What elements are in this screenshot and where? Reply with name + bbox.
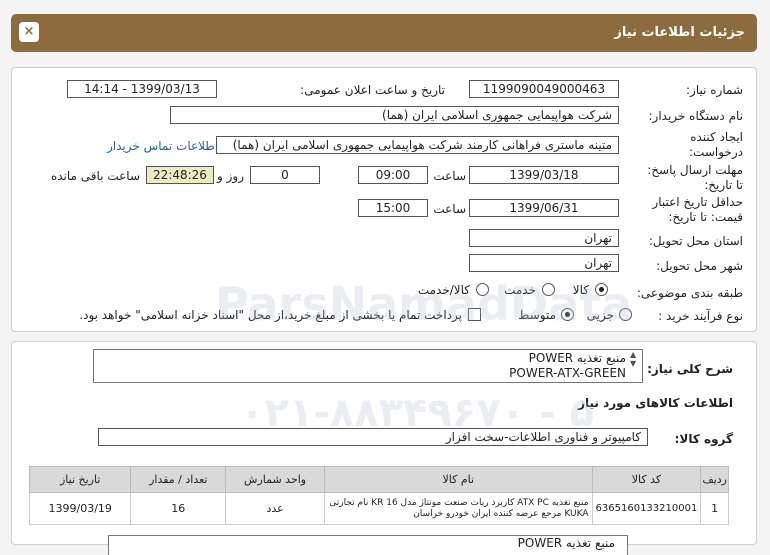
cell-goods-code: 6365160133210001 xyxy=(591,492,702,525)
announce-label: تاریخ و ساعت اعلان عمومی: xyxy=(300,83,445,97)
col-row-number: ردیف xyxy=(700,466,729,493)
table-header-row: ردیف کد کالا نام کالا واحد شمارش تعداد /… xyxy=(28,466,729,493)
process-medium-label: متوسط xyxy=(518,308,556,322)
need-number-field: 1199090049000463 xyxy=(469,80,619,98)
description-textarea[interactable]: منبع تغذیه POWER POWER-ATX-GREEN xyxy=(93,349,643,383)
contact-buyer-link[interactable]: اطلاعات تماس خریدار xyxy=(107,139,218,153)
validity-time-field: 15:00 xyxy=(358,199,428,217)
cell-row-number: 1 xyxy=(700,492,729,525)
city-label: شهر محل تحویل: xyxy=(656,259,743,273)
buyer-org-label: نام دستگاه خریدار: xyxy=(648,109,744,123)
category-label: طبقه بندی موضوعی: xyxy=(636,286,743,300)
cell-unit: عدد xyxy=(225,492,325,525)
deadline-label: مهلت ارسال پاسخ: xyxy=(647,163,743,177)
city-field: تهران xyxy=(469,254,619,272)
description-scroll-icon[interactable]: ▲ ▼ xyxy=(630,350,636,368)
deadline-time-field: 09:00 xyxy=(358,166,428,184)
validity-date-field: 1399/06/31 xyxy=(469,199,619,217)
process-minor-label: جزیی xyxy=(586,308,614,322)
creator-field: متینه ماستری فراهانی کارمند شرکت هواپیما… xyxy=(216,136,619,154)
category-goods-service-label: کالا/خدمت xyxy=(417,283,470,297)
validity-time-label: ساعت xyxy=(433,202,466,216)
description-label: شرح کلی نیاز: xyxy=(647,362,733,376)
treasury-payment-text: پرداخت تمام یا بخشی از مبلغ خرید،از محل … xyxy=(79,308,462,322)
table-row: 1 6365160133210001 منبع تغذیه ATX PC کار… xyxy=(28,492,729,525)
page-header: جزئیات اطلاعات نیاز × xyxy=(11,14,757,52)
creator-label: ایجاد کننده xyxy=(690,130,743,144)
goods-group-label: گروه کالا: xyxy=(674,432,733,446)
category-goods-service-radio[interactable] xyxy=(476,283,489,296)
process-medium-radio[interactable] xyxy=(561,308,574,321)
cell-quantity: 16 xyxy=(130,492,227,525)
category-goods-radio[interactable] xyxy=(595,283,608,296)
validity-label: حداقل تاریخ اعتبار xyxy=(652,195,743,209)
creator-label-2: درخواست: xyxy=(689,145,743,159)
col-need-date: تاریخ نیاز xyxy=(28,466,132,493)
goods-group-field: کامپیوتر و فناوری اطلاعات-سخت افزار xyxy=(98,428,648,446)
category-goods-label: کالا xyxy=(572,283,589,297)
page-title: جزئیات اطلاعات نیاز xyxy=(614,25,745,40)
description-line-1: منبع تغذیه POWER xyxy=(528,351,626,365)
deadline-date-field: 1399/03/18 xyxy=(469,166,619,184)
description-line-2: POWER-ATX-GREEN xyxy=(509,366,626,380)
days-remaining-field: 0 xyxy=(250,166,320,184)
goods-table: ردیف کد کالا نام کالا واحد شمارش تعداد /… xyxy=(28,466,729,525)
category-service-label: خدمت xyxy=(504,283,536,297)
remaining-time-field: 22:48:26 xyxy=(146,166,214,184)
cell-need-date: 1399/03/19 xyxy=(28,492,132,525)
province-label: استان محل تحویل: xyxy=(648,234,743,248)
goods-info-title: اطلاعات کالاهای مورد نیاز xyxy=(578,396,733,410)
category-service-radio[interactable] xyxy=(542,283,555,296)
announce-field: 1399/03/13 - 14:14 xyxy=(67,80,217,98)
days-label: روز و xyxy=(217,169,244,183)
bottom-snippet-text: منبع تغذیه POWER xyxy=(517,536,615,550)
close-button[interactable]: × xyxy=(19,22,39,42)
col-goods-name: نام کالا xyxy=(324,466,593,493)
process-minor-radio[interactable] xyxy=(619,308,632,321)
bottom-description-snippet: منبع تغذیه POWER xyxy=(108,535,628,555)
province-field: تهران xyxy=(469,229,619,247)
cell-goods-name: منبع تغذیه ATX PC کاربرد ربات صنعت مونتا… xyxy=(324,492,593,525)
deadline-label-2: تا تاریخ: xyxy=(704,178,743,192)
deadline-time-label: ساعت xyxy=(433,169,466,183)
process-label: نوع فرآیند خرید : xyxy=(658,309,743,323)
need-number-label: شماره نیاز: xyxy=(686,83,743,97)
col-unit: واحد شمارش xyxy=(225,466,325,493)
remaining-time-label: ساعت باقی مانده xyxy=(50,169,140,183)
buyer-org-field: شرکت هواپیمایی جمهوری اسلامی ایران (هما) xyxy=(170,106,619,124)
treasury-payment-checkbox[interactable] xyxy=(468,308,481,321)
col-goods-code: کد کالا xyxy=(591,466,702,493)
col-quantity: تعداد / مقدار xyxy=(130,466,227,493)
validity-label-2: قیمت: تا تاریخ: xyxy=(668,210,743,224)
